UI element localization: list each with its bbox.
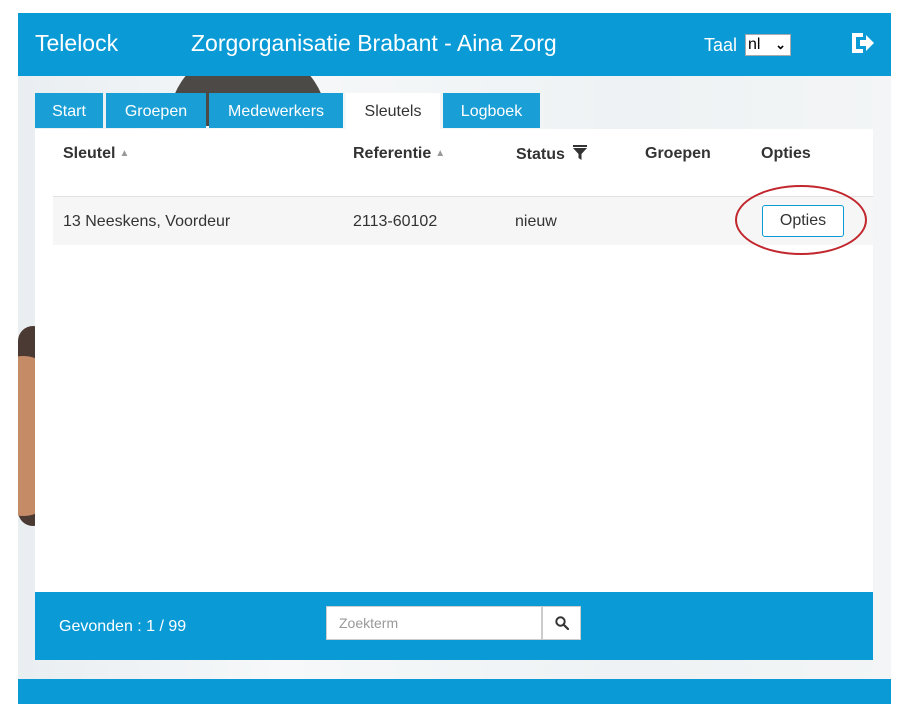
sort-up-icon: ▲ xyxy=(119,148,130,159)
column-header-referentie[interactable]: Referentie ▲ xyxy=(353,145,445,163)
found-count: Gevonden : 1 / 99 xyxy=(59,618,187,635)
logout-icon[interactable] xyxy=(848,29,876,57)
tab-medewerkers[interactable]: Medewerkers xyxy=(209,93,343,128)
tab-logboek[interactable]: Logboek xyxy=(443,93,540,128)
column-header-label: Sleutel xyxy=(63,145,116,162)
search-button[interactable] xyxy=(542,606,581,640)
top-bar: Telelock Zorgorganisatie Brabant - Aina … xyxy=(18,13,891,76)
cell-sleutel: 13 Neeskens, Voordeur xyxy=(63,213,231,230)
app-title[interactable]: Telelock xyxy=(35,30,118,57)
language-label: Taal xyxy=(704,35,738,55)
organization-name: Zorgorganisatie Brabant - Aina Zorg xyxy=(191,30,557,56)
search-icon xyxy=(555,616,570,635)
keys-table: Sleutel ▲ Referentie ▲ Status Groepen Opti… xyxy=(35,129,873,592)
bottom-bar xyxy=(18,679,891,704)
tab-groepen[interactable]: Groepen xyxy=(106,93,206,128)
column-header-opties: Opties xyxy=(761,145,811,162)
column-header-label: Status xyxy=(516,146,565,163)
footer-bar: Gevonden : 1 / 99 Zoekterm xyxy=(35,592,873,660)
language-select[interactable]: nl ⌄ xyxy=(745,34,791,56)
chevron-down-icon: ⌄ xyxy=(775,37,786,52)
sort-up-icon: ▲ xyxy=(435,148,446,159)
highlight-circle xyxy=(735,185,867,255)
column-header-label: Referentie xyxy=(353,145,432,162)
filter-icon[interactable] xyxy=(573,145,588,165)
tab-sleutels[interactable]: Sleutels xyxy=(346,93,440,130)
language-value: nl xyxy=(748,36,761,53)
main-panel: Start Groepen Medewerkers Sleutels Logbo… xyxy=(35,93,873,660)
column-header-sleutel[interactable]: Sleutel ▲ xyxy=(63,145,129,163)
search-input[interactable]: Zoekterm xyxy=(326,606,542,640)
tab-start[interactable]: Start xyxy=(35,93,103,128)
cell-status: nieuw xyxy=(515,213,557,230)
column-header-status[interactable]: Status xyxy=(516,145,588,165)
cell-referentie: 2113-60102 xyxy=(353,213,438,230)
column-header-groepen: Groepen xyxy=(645,145,711,162)
